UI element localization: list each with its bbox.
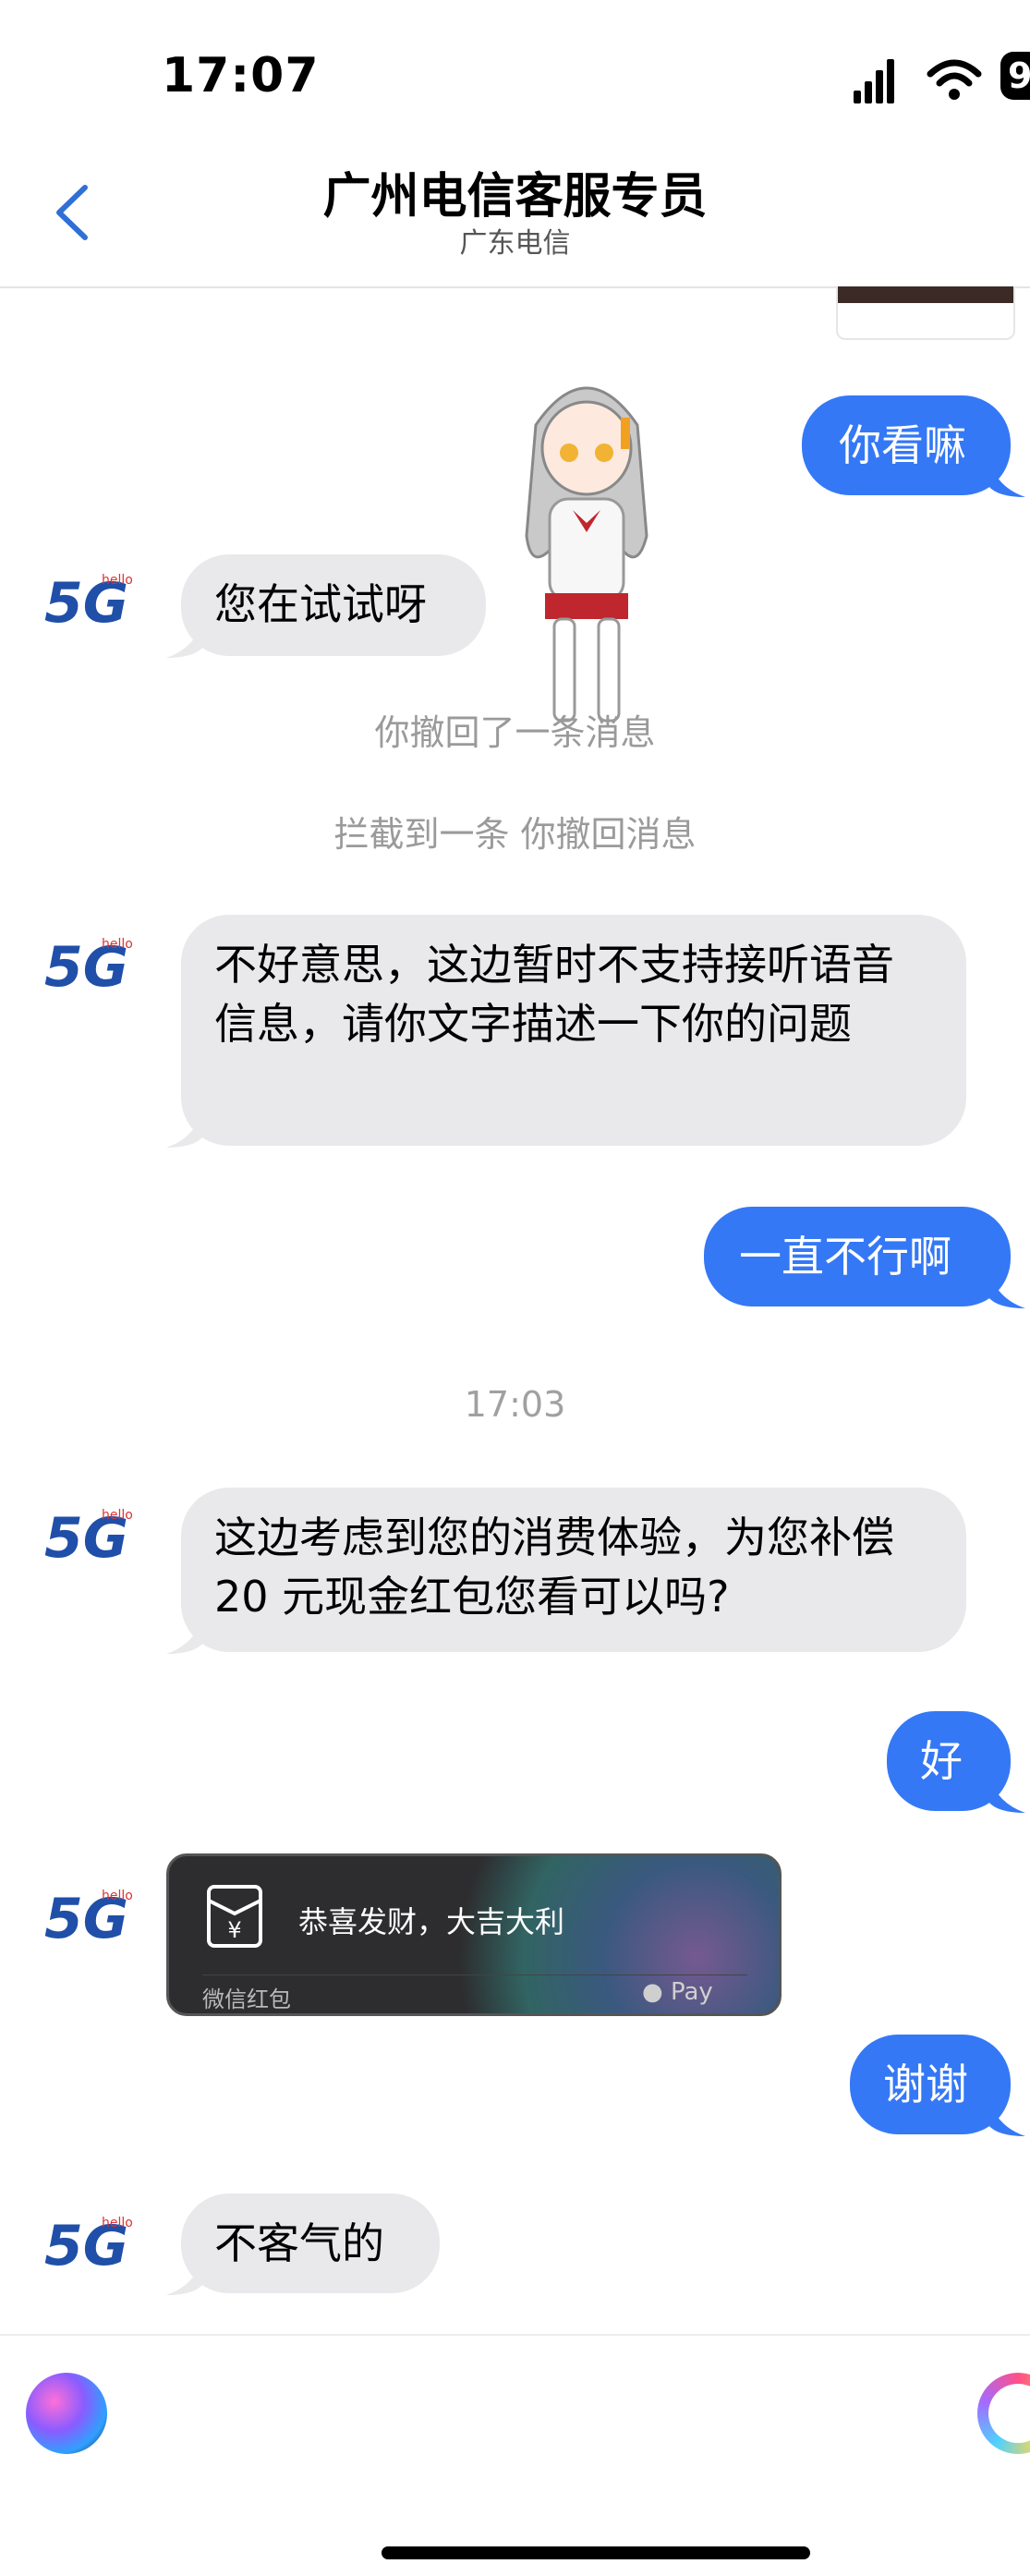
status-time: 17:07 bbox=[162, 48, 320, 103]
message-text: 你看嘛 bbox=[839, 420, 966, 470]
time-divider: 17:03 bbox=[464, 1384, 566, 1425]
agent-avatar[interactable]: 5G hello bbox=[44, 1506, 137, 1580]
bubble-tail bbox=[988, 460, 1025, 497]
pay-text: Pay bbox=[670, 1978, 713, 2006]
outgoing-message[interactable]: 好 bbox=[887, 1711, 1025, 1813]
bubble-tail bbox=[166, 1617, 203, 1654]
emoji-icon bbox=[988, 2384, 1030, 2443]
bubble-tail bbox=[988, 1776, 1025, 1813]
outgoing-message[interactable]: 谢谢 bbox=[850, 2035, 1025, 2136]
message-text: 不客气的 bbox=[214, 2218, 384, 2268]
apple-icon: ● bbox=[642, 1978, 663, 2006]
avatar-logo-small: hello bbox=[102, 1508, 133, 1523]
incoming-message[interactable]: 不客气的 bbox=[166, 2193, 440, 2295]
battery-icon: 9 bbox=[1000, 52, 1030, 107]
home-indicator[interactable] bbox=[382, 2546, 810, 2559]
message-text: 一直不行啊 bbox=[739, 1232, 951, 1282]
agent-avatar[interactable]: 5G hello bbox=[44, 2214, 137, 2288]
outgoing-message[interactable]: 一直不行啊 bbox=[704, 1207, 1025, 1308]
avatar-logo-small: hello bbox=[102, 1889, 133, 1903]
message-text: 谢谢 bbox=[883, 2060, 968, 2109]
message-text: 这边考虑到您的消费体验，为您补偿 20 元现金红包您看可以吗? bbox=[214, 1513, 894, 1622]
cellular-signal-icon bbox=[854, 59, 894, 103]
incoming-message[interactable]: 您在试试呀 bbox=[166, 554, 486, 658]
bubble-tail bbox=[166, 621, 203, 658]
apple-pay-label: ● Pay bbox=[642, 1978, 713, 2006]
envelope-icon: ¥ bbox=[207, 1885, 262, 1948]
bubble-tail bbox=[988, 2099, 1025, 2136]
incoming-message[interactable]: 这边考虑到您的消费体验，为您补偿 20 元现金红包您看可以吗? bbox=[166, 1488, 966, 1654]
anime-girl-sticker[interactable] bbox=[499, 351, 674, 730]
outgoing-message[interactable]: 你看嘛 bbox=[802, 395, 1025, 497]
avatar-logo-small: hello bbox=[102, 2216, 133, 2230]
incoming-message[interactable]: 不好意思，这边暂时不支持接听语音信息，请你文字描述一下你的问题 bbox=[166, 915, 966, 1148]
agent-avatar[interactable]: 5G hello bbox=[44, 1887, 137, 1961]
avatar-logo-small: hello bbox=[102, 937, 133, 952]
emoji-button[interactable] bbox=[977, 2373, 1030, 2454]
page-title: 广州电信客服专员 bbox=[322, 169, 708, 225]
siri-button[interactable] bbox=[26, 2373, 107, 2454]
wifi-icon bbox=[927, 59, 982, 100]
thumbnail-strip bbox=[838, 286, 1013, 303]
bubble-tail bbox=[988, 1271, 1025, 1308]
page-subtitle: 广东电信 bbox=[459, 227, 571, 260]
agent-avatar[interactable]: 5G hello bbox=[44, 935, 137, 1009]
input-bar-divider bbox=[0, 2334, 1030, 2336]
red-packet-footer: 微信红包 bbox=[202, 1987, 291, 2012]
red-packet-card[interactable]: ¥ 恭喜发财，大吉大利 微信红包 ● Pay bbox=[166, 1853, 782, 2016]
avatar-logo-small: hello bbox=[102, 573, 133, 588]
bubble-tail bbox=[166, 2258, 203, 2295]
message-text: 您在试试呀 bbox=[214, 579, 427, 629]
bubble-tail bbox=[166, 1111, 203, 1148]
previous-message-thumbnail[interactable] bbox=[836, 286, 1015, 340]
battery-level: 9 bbox=[1000, 52, 1030, 100]
recall-notice: 你撤回了一条消息 bbox=[374, 712, 656, 753]
message-text: 好 bbox=[920, 1736, 963, 1786]
agent-avatar[interactable]: 5G hello bbox=[44, 571, 137, 645]
message-text: 不好意思，这边暂时不支持接听语音信息，请你文字描述一下你的问题 bbox=[214, 940, 894, 1049]
currency-symbol: ¥ bbox=[227, 1917, 241, 1943]
intercept-notice: 拦截到一条 你撤回消息 bbox=[333, 814, 697, 855]
red-packet-title: 恭喜发财，大吉大利 bbox=[298, 1904, 565, 1939]
